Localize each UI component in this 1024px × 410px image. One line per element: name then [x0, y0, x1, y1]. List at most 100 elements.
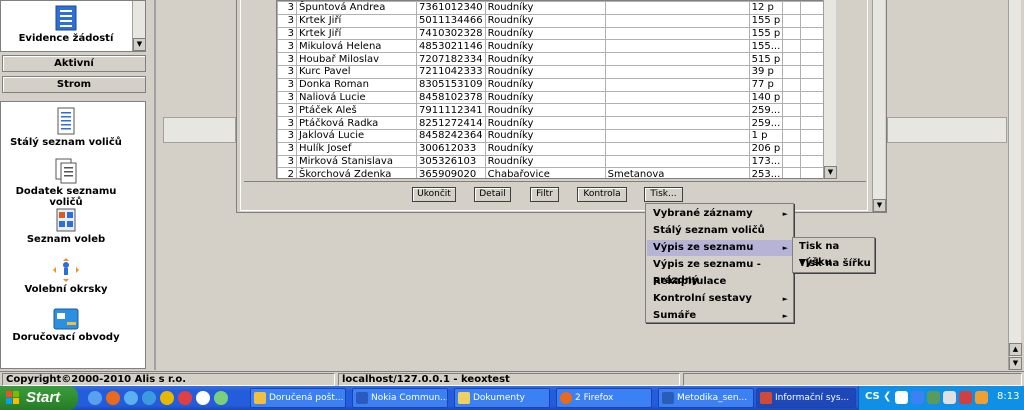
table-scrollbar[interactable]: ▼	[823, 0, 837, 179]
menu-item-list-extract[interactable]: Výpis ze seznamu ►	[647, 240, 792, 256]
clock[interactable]: 8:13	[997, 391, 1019, 402]
table-scroll-down-arrow[interactable]: ▼	[824, 166, 837, 179]
menu-label: Kontrolní sestavy	[653, 293, 752, 304]
main-scroll-up-arrow[interactable]: ▲	[1009, 343, 1022, 356]
tray-volume-icon[interactable]	[943, 391, 956, 404]
menu-item-recap[interactable]: Rekapitulace	[647, 274, 792, 290]
table-cell	[604, 39, 750, 54]
task-metodika[interactable]: Metodika_sen...	[658, 388, 754, 408]
table-cell	[782, 90, 802, 105]
nav-item-delivery[interactable]: Doručovací obvody	[1, 308, 131, 343]
table-cell: 3	[277, 77, 297, 92]
table-cell: 39 p	[748, 64, 784, 79]
strom-button[interactable]: Strom	[2, 76, 146, 93]
print-button[interactable]: Tisk...	[644, 187, 683, 202]
table-cell: Krtek Jiří	[296, 13, 417, 28]
quicklaunch-globe-icon[interactable]	[88, 391, 102, 405]
table-row[interactable]: 3 Houbař Miloslav 7207182334 Roudníky 515 p	[277, 52, 832, 66]
table-cell	[782, 128, 802, 143]
menu-item-print-portrait[interactable]: Tisk na výšku	[794, 239, 873, 268]
tray-bluetooth-icon[interactable]	[911, 391, 924, 404]
nav-item-permanent-list[interactable]: Stálý seznam voličů	[1, 107, 131, 148]
table-row[interactable]: 3 Hulík Josef 300612033 Roudníky 206 p	[277, 141, 832, 156]
nokia-icon	[356, 392, 368, 404]
table-row[interactable]: 3 Špuntová Andrea 7361012340 Roudníky 12 p	[277, 1, 832, 15]
table-row[interactable]: 3 Kurc Pavel 7211042333 Roudníky 39 p	[277, 64, 832, 79]
menu-item-print-landscape[interactable]: Tisk na šířku	[794, 256, 873, 272]
table-cell: Naliová Lucie	[296, 90, 417, 105]
menu-item-sums[interactable]: Sumáře ►	[647, 308, 792, 324]
table-row[interactable]: 2 Škorchová Zdenka 365909020 Chabařovice Sme…	[277, 167, 832, 178]
task-documents[interactable]: Dokumenty	[454, 388, 550, 408]
nav-item-elections[interactable]: Seznam voleb	[1, 208, 131, 245]
table-cell: 155...	[748, 39, 784, 54]
nav-item-districts[interactable]: Volební okrsky	[1, 258, 131, 295]
ukoncit-button[interactable]: Ukončit	[412, 187, 456, 202]
nav-item-evidence[interactable]: Evidence žádostí	[1, 5, 131, 44]
table-cell: Roudníky	[484, 154, 606, 169]
table-cell: 8251272414	[416, 116, 486, 130]
table-row[interactable]: 3 Ptáčková Radka 8251272414 Roudníky 259...	[277, 116, 832, 130]
nav-item-list-supplement[interactable]: Dodatek seznamu voličů	[1, 158, 131, 208]
background-field	[163, 117, 236, 143]
ballot-icon	[56, 208, 76, 232]
language-indicator[interactable]: CS	[865, 391, 880, 402]
task-firefox[interactable]: 2 Firefox	[556, 388, 652, 408]
menu-item-permanent-list[interactable]: Stálý seznam voličů	[647, 223, 792, 239]
start-button[interactable]: Start	[0, 386, 78, 410]
table-cell: Roudníky	[484, 103, 606, 118]
table-cell	[604, 13, 750, 28]
main-scrollbar[interactable]: ▲ ▼	[1008, 0, 1022, 370]
table-cell: Roudníky	[484, 128, 606, 143]
kontrola-button[interactable]: Kontrola	[577, 187, 627, 202]
tray-security-icon[interactable]	[959, 391, 972, 404]
windows-flag-icon	[6, 391, 20, 405]
quicklaunch-chrome-icon[interactable]	[178, 391, 192, 405]
task-label: Dokumenty	[473, 393, 525, 403]
document-list-icon	[57, 107, 75, 135]
menu-item-control-reports[interactable]: Kontrolní sestavy ►	[647, 291, 792, 307]
aktivni-button[interactable]: Aktivní	[2, 55, 146, 72]
word-icon	[662, 392, 674, 404]
quicklaunch-ie-icon[interactable]	[124, 391, 138, 405]
table-row[interactable]: 3 Mikulová Helena 4853021146 Roudníky 155...	[277, 39, 832, 54]
tray-update-icon[interactable]	[975, 391, 988, 404]
table-cell: Smetanova	[604, 167, 750, 178]
table-row[interactable]: 3 Naliová Lucie 8458102378 Roudníky 140 p	[277, 90, 832, 105]
nav-scrollbar-top[interactable]: ▼	[132, 1, 146, 51]
tray-app-icon[interactable]	[895, 391, 908, 404]
table-cell: Roudníky	[484, 39, 606, 54]
quicklaunch-firefox-icon[interactable]	[106, 391, 120, 405]
table-row[interactable]: 3 Krtek Jiří 7410302328 Roudníky 155 p	[277, 26, 832, 41]
menu-item-selected-records[interactable]: Vybrané záznamy ►	[647, 206, 792, 222]
table-row[interactable]: 3 Ptáček Aleš 7911112341 Roudníky 259...	[277, 103, 832, 118]
tray-expand-icon[interactable]: ❮	[883, 391, 891, 402]
main-scroll-down-arrow[interactable]: ▼	[1009, 357, 1022, 370]
quicklaunch-app-icon[interactable]	[214, 391, 228, 405]
table-cell: Roudníky	[484, 1, 606, 15]
table-row[interactable]: 3 Jaklová Lucie 8458242364 Roudníky 1 p	[277, 128, 832, 143]
filter-button[interactable]: Filtr	[530, 187, 559, 202]
table-cell	[782, 77, 802, 92]
menu-item-list-extract-empty[interactable]: Výpis ze seznamu - prázdný	[647, 257, 792, 286]
quicklaunch-player-icon[interactable]	[196, 391, 210, 405]
quicklaunch-mail-icon[interactable]	[142, 391, 156, 405]
table-cell: Mirková Stanislava	[296, 154, 417, 169]
menu-label: Stálý seznam voličů	[653, 225, 765, 236]
table-row[interactable]: 3 Krtek Jiří 5011134466 Roudníky 155 p	[277, 13, 832, 28]
table-cell: Roudníky	[484, 116, 606, 130]
scroll-down-arrow[interactable]: ▼	[133, 38, 146, 51]
window-scrollbar[interactable]: ▼	[872, 0, 886, 212]
table-row[interactable]: 3 Donka Roman 8305153109 Roudníky 77 p	[277, 77, 832, 92]
task-mail[interactable]: Doručená pošt...	[250, 388, 346, 408]
start-label: Start	[26, 389, 61, 406]
task-information-system[interactable]: Informační sys...	[756, 388, 856, 408]
window-scroll-down-arrow[interactable]: ▼	[873, 199, 886, 212]
quicklaunch-folder-icon[interactable]	[160, 391, 174, 405]
task-nokia[interactable]: Nokia Commun...	[352, 388, 448, 408]
detail-button[interactable]: Detail	[474, 187, 511, 202]
table-cell: 7361012340	[416, 1, 486, 15]
tray-network-icon[interactable]	[927, 391, 940, 404]
table-row[interactable]: 3 Mirková Stanislava 305326103 Roudníky 173.…	[277, 154, 832, 169]
table-cell: 300612033	[416, 141, 486, 156]
